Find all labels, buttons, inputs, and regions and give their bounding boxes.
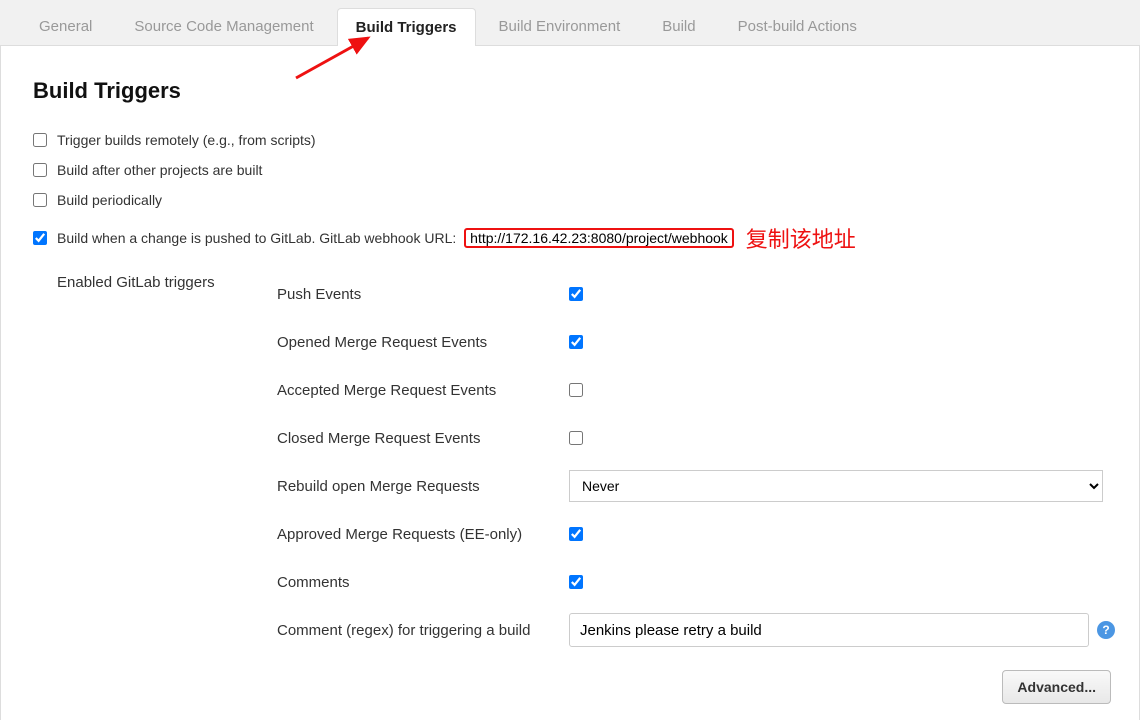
comment-regex-input[interactable] xyxy=(569,613,1089,647)
section-content: Build Triggers Trigger builds remotely (… xyxy=(0,46,1140,720)
approved-mr-label: Approved Merge Requests (EE-only) xyxy=(277,526,569,543)
rebuild-open-mr-row: Rebuild open Merge Requests Never xyxy=(277,462,1119,510)
comments-label: Comments xyxy=(277,574,569,591)
trigger-periodic-label: Build periodically xyxy=(57,192,162,208)
trigger-gitlab-label: Build when a change is pushed to GitLab.… xyxy=(57,230,734,246)
comments-row: Comments xyxy=(277,558,1119,606)
rebuild-open-mr-label: Rebuild open Merge Requests xyxy=(277,478,569,495)
opened-mr-row: Opened Merge Request Events xyxy=(277,318,1119,366)
opened-mr-checkbox[interactable] xyxy=(569,335,583,349)
trigger-gitlab-checkbox[interactable] xyxy=(33,231,47,245)
tab-build[interactable]: Build xyxy=(643,7,714,45)
tab-build-triggers[interactable]: Build Triggers xyxy=(337,8,476,46)
section-title: Build Triggers xyxy=(33,78,1119,104)
tab-post-build[interactable]: Post-build Actions xyxy=(719,7,876,45)
approved-mr-checkbox[interactable] xyxy=(569,527,583,541)
trigger-periodic-row: Build periodically xyxy=(21,188,1119,218)
closed-mr-checkbox[interactable] xyxy=(569,431,583,445)
trigger-after-projects-row: Build after other projects are built xyxy=(21,158,1119,188)
opened-mr-label: Opened Merge Request Events xyxy=(277,334,569,351)
advanced-button[interactable]: Advanced... xyxy=(1002,670,1111,704)
gitlab-triggers-group-label: Enabled GitLab triggers xyxy=(57,270,277,708)
advanced-row: Advanced... xyxy=(277,654,1119,708)
rebuild-open-mr-select[interactable]: Never xyxy=(569,470,1103,502)
comments-checkbox[interactable] xyxy=(569,575,583,589)
trigger-gitlab-row: Build when a change is pushed to GitLab.… xyxy=(21,218,1119,264)
gitlab-webhook-url: http://172.16.42.23:8080/project/webhook xyxy=(464,228,734,248)
config-tabs: General Source Code Management Build Tri… xyxy=(0,0,1140,46)
accepted-mr-label: Accepted Merge Request Events xyxy=(277,382,569,399)
trigger-gitlab-label-text: Build when a change is pushed to GitLab.… xyxy=(57,230,460,246)
comment-regex-label: Comment (regex) for triggering a build xyxy=(277,622,569,639)
push-events-label: Push Events xyxy=(277,286,569,303)
trigger-after-projects-checkbox[interactable] xyxy=(33,163,47,177)
accepted-mr-row: Accepted Merge Request Events xyxy=(277,366,1119,414)
trigger-remote-row: Trigger builds remotely (e.g., from scri… xyxy=(21,128,1119,158)
push-events-checkbox[interactable] xyxy=(569,287,583,301)
trigger-periodic-checkbox[interactable] xyxy=(33,193,47,207)
trigger-after-projects-label: Build after other projects are built xyxy=(57,162,262,178)
closed-mr-label: Closed Merge Request Events xyxy=(277,430,569,447)
annotation-copy-url: 复制该地址 xyxy=(746,222,856,254)
closed-mr-row: Closed Merge Request Events xyxy=(277,414,1119,462)
tab-general[interactable]: General xyxy=(20,7,111,45)
help-icon[interactable]: ? xyxy=(1097,621,1115,639)
tab-scm[interactable]: Source Code Management xyxy=(115,7,332,45)
tab-build-env[interactable]: Build Environment xyxy=(480,7,640,45)
gitlab-triggers-group: Enabled GitLab triggers Push Events Open… xyxy=(57,270,1119,708)
comment-regex-row: Comment (regex) for triggering a build ? xyxy=(277,606,1119,654)
approved-mr-row: Approved Merge Requests (EE-only) xyxy=(277,510,1119,558)
trigger-remote-checkbox[interactable] xyxy=(33,133,47,147)
accepted-mr-checkbox[interactable] xyxy=(569,383,583,397)
trigger-remote-label: Trigger builds remotely (e.g., from scri… xyxy=(57,132,316,148)
gitlab-triggers-options: Push Events Opened Merge Request Events … xyxy=(277,270,1119,708)
push-events-row: Push Events xyxy=(277,270,1119,318)
